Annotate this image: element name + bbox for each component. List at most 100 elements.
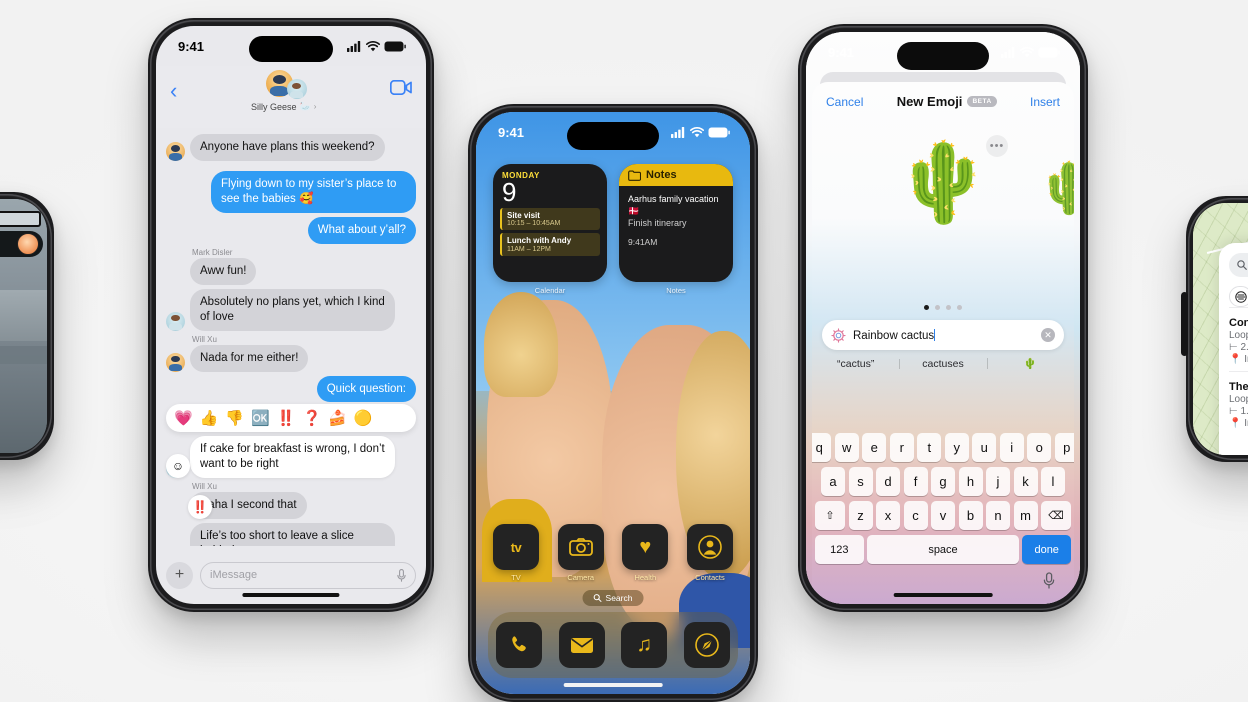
- done-key[interactable]: done: [1022, 535, 1071, 564]
- key-i[interactable]: i: [999, 433, 1024, 462]
- key-l[interactable]: l: [1041, 467, 1065, 496]
- message-bubble[interactable]: Aww fun!: [190, 257, 257, 285]
- tapback-option-cake[interactable]: 🍰: [328, 409, 347, 427]
- game-chat-pill[interactable]: ...he: [0, 231, 43, 257]
- list-item[interactable]: The Big T Loop Hike ⊢ 1.3 mi · 📍 In Sequ: [1229, 371, 1248, 435]
- cancel-button[interactable]: Cancel: [826, 95, 863, 109]
- app-tv[interactable]: tv TV: [493, 524, 539, 582]
- key-v[interactable]: v: [931, 501, 955, 530]
- side-button[interactable]: [1181, 292, 1188, 356]
- result-location: 📍 In Sequ: [1229, 418, 1248, 429]
- insert-button[interactable]: Insert: [1030, 95, 1060, 109]
- tapback-option-thumbsup[interactable]: 👍: [200, 409, 219, 427]
- key-r[interactable]: r: [889, 433, 914, 462]
- compass-icon[interactable]: [683, 622, 730, 668]
- add-attachment-button[interactable]: +: [166, 561, 193, 589]
- layers-icon[interactable]: [1229, 286, 1248, 307]
- back-button[interactable]: ‹: [170, 80, 177, 102]
- message-row: Anyone have plans this weekend?: [166, 134, 416, 161]
- key-w[interactable]: w: [834, 433, 859, 462]
- tapback-option-exclamation[interactable]: ‼️: [277, 409, 296, 427]
- message-bubble[interactable]: What about y’all?: [307, 216, 416, 244]
- message-bubble[interactable]: Life’s too short to leave a slice behind: [190, 523, 395, 546]
- key-g[interactable]: g: [931, 467, 955, 496]
- tapback-option-thumbsdown[interactable]: 👎: [225, 409, 244, 427]
- calendar-event[interactable]: Site visit 10:15 – 10:45AM: [500, 207, 600, 231]
- clear-icon[interactable]: ✕: [1041, 328, 1055, 342]
- maps-search-input[interactable]: Hikes in: [1229, 253, 1248, 277]
- key-k[interactable]: k: [1013, 467, 1038, 496]
- message-bubble[interactable]: Nada for me either!: [190, 344, 309, 372]
- app-health[interactable]: ♥ Health: [622, 524, 669, 582]
- dictation-button[interactable]: [815, 569, 1071, 604]
- facetime-video-icon[interactable]: [389, 79, 412, 100]
- key-z[interactable]: z: [848, 501, 873, 530]
- message-bubble[interactable]: Quick question:: [316, 375, 416, 403]
- backspace-key-icon[interactable]: ⌫: [1041, 501, 1071, 530]
- heart-icon: ♥: [622, 524, 669, 570]
- numbers-key[interactable]: 123: [815, 535, 864, 564]
- calendar-widget[interactable]: MONDAY 9 Site visit 10:15 – 10:45AM Lunc…: [493, 164, 607, 282]
- message-bubble[interactable]: If cake for breakfast is wrong, I don’t …: [190, 436, 395, 479]
- key-q[interactable]: q: [812, 433, 832, 462]
- home-screen: 9:41 MONDAY 9 Site visit 10:15 – 10:45AM…: [476, 112, 750, 694]
- microphone-icon[interactable]: [397, 568, 406, 582]
- key-p[interactable]: p: [1054, 433, 1074, 462]
- envelope-icon[interactable]: [558, 622, 605, 668]
- key-s[interactable]: s: [848, 467, 873, 496]
- suggestion-emoji[interactable]: 🌵: [986, 357, 1074, 370]
- signal-icon: [1001, 46, 1015, 58]
- key-h[interactable]: h: [958, 467, 983, 496]
- key-j[interactable]: j: [986, 467, 1010, 496]
- phone-icon[interactable]: [496, 622, 543, 668]
- message-thread[interactable]: Anyone have plans this weekend? Flying d…: [156, 128, 426, 546]
- tapback-option-question[interactable]: ❓: [302, 409, 321, 427]
- conversation-header[interactable]: Silly Geese 🦢 ›: [251, 70, 316, 112]
- imessage-input[interactable]: iMessage: [200, 561, 416, 589]
- suggestion-quoted[interactable]: “cactus”: [812, 358, 899, 370]
- message-bubble[interactable]: Absolutely no plans yet, which I kind of…: [190, 288, 395, 331]
- app-camera[interactable]: Camera: [557, 524, 604, 582]
- emoji-carousel[interactable]: ••• 🌵 🌵: [812, 113, 1074, 313]
- notes-widget[interactable]: Notes Aarhus family vacation 🇩🇰 Finish i…: [619, 164, 733, 282]
- phone-new-emoji: 9:41 Cancel New Emoji BETA Insert ••• 🌵 …: [798, 24, 1088, 612]
- tapback-option-more[interactable]: 🟡: [354, 409, 373, 427]
- key-b[interactable]: b: [958, 501, 983, 530]
- key-t[interactable]: t: [917, 433, 942, 462]
- tapback-option-heart[interactable]: 💗: [174, 409, 193, 427]
- message-bubble[interactable]: Flying down to my sister’s place to see …: [211, 170, 416, 213]
- key-e[interactable]: e: [862, 433, 887, 462]
- calendar-event[interactable]: Lunch with Andy 11AM – 12PM: [500, 233, 600, 256]
- shift-key-icon[interactable]: ⇧: [815, 501, 845, 530]
- message-bubble[interactable]: Anyone have plans this weekend?: [190, 134, 385, 161]
- key-y[interactable]: y: [944, 433, 969, 462]
- key-d[interactable]: d: [876, 467, 900, 496]
- generated-emoji-primary[interactable]: 🌵: [894, 137, 991, 229]
- search-pill[interactable]: Search: [582, 590, 644, 606]
- phone-home-screen: 9:41 MONDAY 9 Site visit 10:15 – 10:45AM…: [468, 104, 758, 702]
- tapback-smiley-icon[interactable]: ☺: [166, 454, 190, 479]
- suggestion-plural[interactable]: cactuses: [899, 358, 986, 370]
- key-n[interactable]: n: [986, 501, 1010, 530]
- list-item[interactable]: Congress Loop Hike ⊢ 2.7 mi · 📍 In Sequ: [1229, 307, 1248, 371]
- emoji-prompt-input[interactable]: Rainbow cactus ✕: [822, 320, 1064, 350]
- key-x[interactable]: x: [876, 501, 900, 530]
- notes-widget-body: Aarhus family vacation 🇩🇰 Finish itinera…: [619, 186, 733, 254]
- music-note-icon[interactable]: ♫: [621, 622, 668, 668]
- widget-row: MONDAY 9 Site visit 10:15 – 10:45AM Lunc…: [493, 164, 733, 295]
- status-bar: 9:41: [156, 26, 426, 66]
- key-u[interactable]: u: [972, 433, 997, 462]
- key-m[interactable]: m: [1013, 501, 1038, 530]
- key-a[interactable]: a: [821, 467, 845, 496]
- key-c[interactable]: c: [903, 501, 928, 530]
- space-key[interactable]: space: [867, 535, 1019, 564]
- emoji-prompt-value: Rainbow cactus: [853, 328, 936, 342]
- sender-name: Will Xu: [192, 334, 217, 344]
- tapback-emoji-tray[interactable]: 💗 👍 👎 🆗 ‼️ ❓ 🍰 🟡: [166, 404, 416, 433]
- home-indicator: [893, 592, 993, 597]
- app-contacts[interactable]: Contacts: [686, 524, 733, 582]
- key-o[interactable]: o: [1027, 433, 1052, 462]
- key-f[interactable]: f: [903, 467, 928, 496]
- generated-emoji-secondary[interactable]: 🌵: [1038, 159, 1074, 218]
- tapback-option-haha[interactable]: 🆗: [251, 409, 270, 427]
